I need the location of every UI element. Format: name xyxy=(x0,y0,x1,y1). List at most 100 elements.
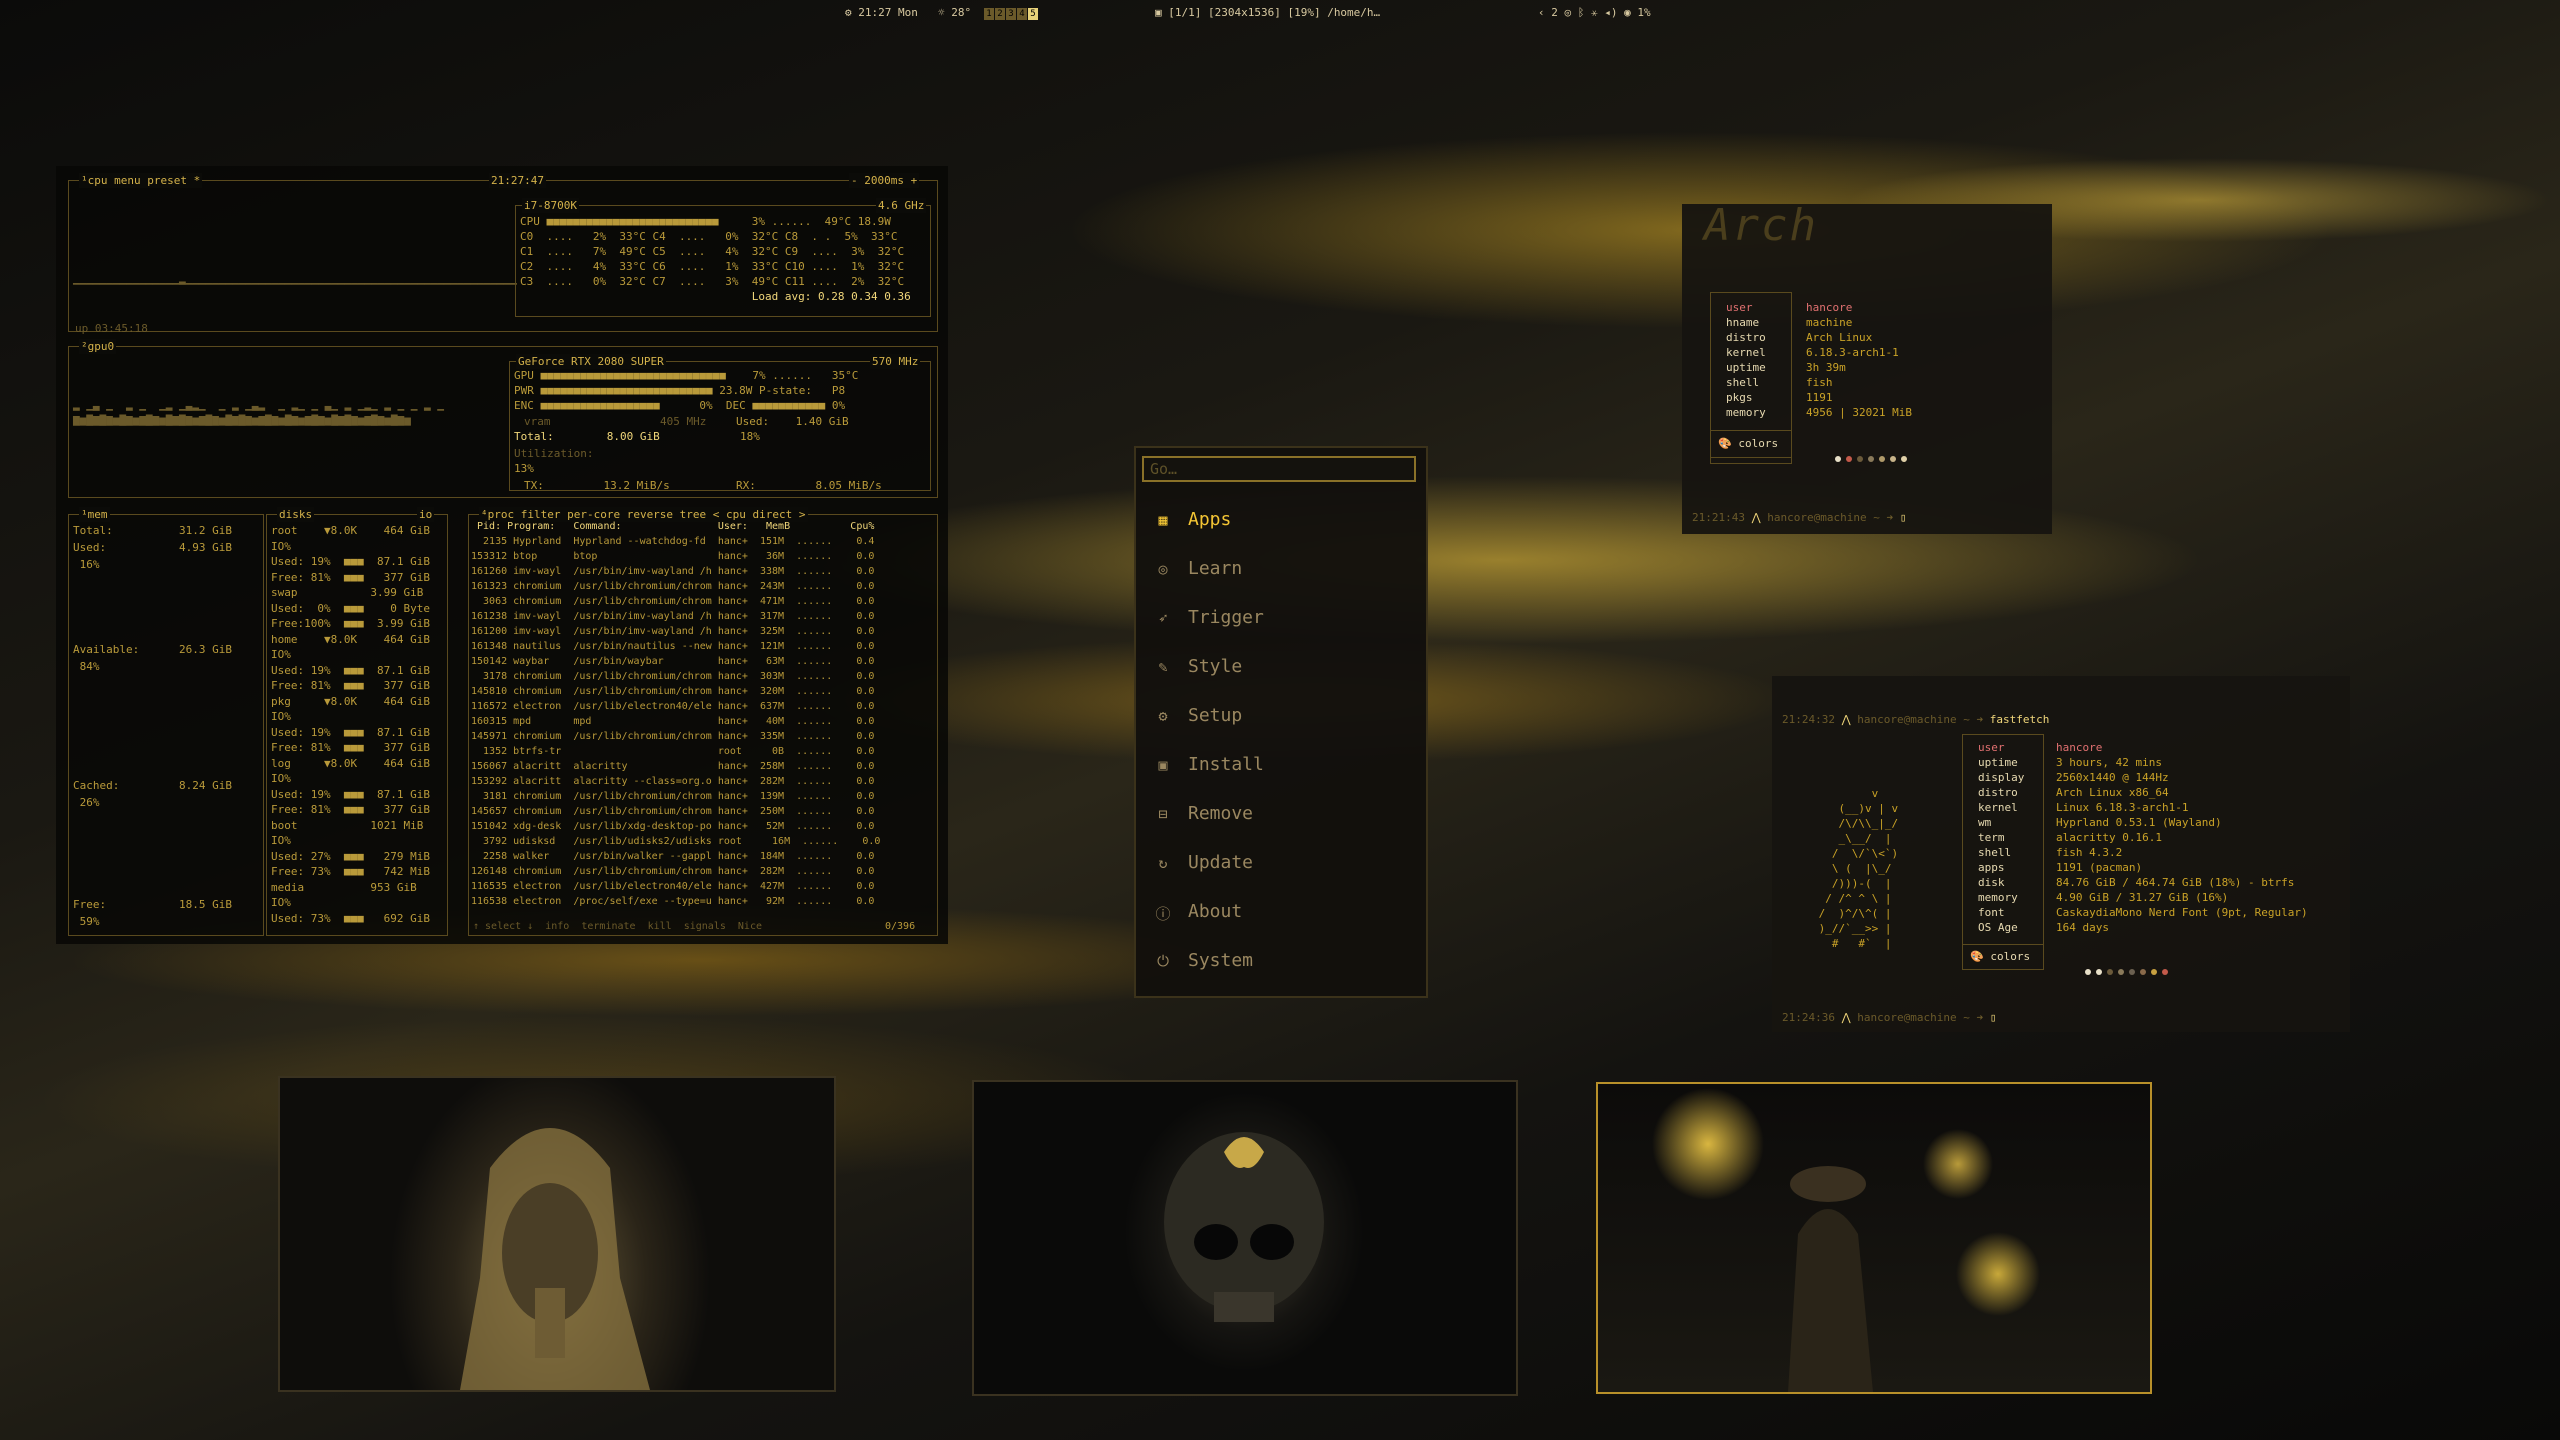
workspace-2[interactable]: 2 xyxy=(995,8,1005,20)
workspace-1[interactable]: 1 xyxy=(984,8,994,20)
launcher-item-about[interactable]: ⓘ About xyxy=(1136,892,1426,932)
disk-line: log ▼8.0K 464 GiB xyxy=(271,756,430,770)
fetch-value-disk: 84.76 GiB / 464.74 GiB (18%) - btrfs xyxy=(2056,876,2295,889)
clock-widget[interactable]: ⚙ 21:27 Mon xyxy=(845,6,918,19)
vram-label: vram xyxy=(524,415,551,428)
update-interval[interactable]: - 2000ms + xyxy=(849,173,920,188)
mem-box-title[interactable]: ¹mem xyxy=(79,507,110,522)
fetch-value-hname: machine xyxy=(1806,316,1853,329)
cpu-core-line: C2 .... 4% 33°C C6 .... 1% 33°C C10 ....… xyxy=(520,260,905,273)
cpu-box: ¹cpu menu preset * 21:27:47 - 2000ms + ▁… xyxy=(68,173,938,335)
launcher-item-install[interactable]: ▣ Install xyxy=(1136,745,1426,785)
proc-row[interactable]: 161323 chromium /usr/lib/chromium/chrom … xyxy=(471,579,874,594)
disk-line: Free: 81% ■■■ 377 GiB xyxy=(271,741,430,754)
proc-row[interactable]: 3063 chromium /usr/lib/chromium/chrom ha… xyxy=(471,594,874,609)
proc-row[interactable]: 3792 udisksd /usr/lib/udisks2/udisks roo… xyxy=(471,834,880,849)
launcher-item-label: Update xyxy=(1188,852,1254,873)
fastfetch-terminal-2[interactable]: 21:24:32 ⋀ hancore@machine ~ ➜ fastfetch… xyxy=(1772,676,2350,1032)
fastfetch-terminal-1[interactable]: Arch user hancore hname machine distro Arch L… xyxy=(1682,204,2052,534)
proc-row[interactable]: 116538 electron /proc/self/exe --type=u … xyxy=(471,894,874,909)
proc-row[interactable]: 160315 mpd mpd hanc+ 40M ...... 0.0 xyxy=(471,714,874,729)
mem-line: Total: 31.2 GiB xyxy=(73,524,232,537)
workspace-5[interactable]: 5 xyxy=(1028,8,1038,20)
launcher-item-apps[interactable]: ▦ Apps xyxy=(1136,500,1426,540)
proc-row[interactable]: 150142 waybar /usr/bin/waybar hanc+ 63M … xyxy=(471,654,874,669)
launcher-item-trigger[interactable]: ➶ Trigger xyxy=(1136,598,1426,638)
proc-row[interactable]: 151042 xdg-desk /usr/lib/xdg-desktop-po … xyxy=(471,819,874,834)
proc-row[interactable]: 161260 imv-wayl /usr/bin/imv-wayland /h … xyxy=(471,564,874,579)
gpu-box-title[interactable]: ²gpu0 xyxy=(79,339,117,354)
eye-off-icon[interactable]: ◎ xyxy=(1565,6,1572,19)
ascii-art-line: # #` | xyxy=(1812,937,1892,950)
mem-line: Free: 18.5 GiB xyxy=(73,898,232,911)
disks-box-title[interactable]: disks xyxy=(277,507,315,522)
fetch-value-memory: 4956 | 32021 MiB xyxy=(1806,406,1912,419)
launcher-item-label: Install xyxy=(1188,754,1264,775)
chevron-left-icon[interactable]: ‹ xyxy=(1538,6,1545,19)
fetch1-color-dots xyxy=(1808,436,1912,481)
workspace-4[interactable]: 4 xyxy=(1017,8,1027,20)
proc-row[interactable]: 153292 alacritt alacritty --class=org.o … xyxy=(471,774,874,789)
proc-row[interactable]: 2258 walker /usr/bin/walker --gappl hanc… xyxy=(471,849,874,864)
disk-line: Free: 73% ■■■ 742 MiB xyxy=(271,865,430,878)
workspace-3[interactable]: 3 xyxy=(1006,8,1016,20)
launcher-item-learn[interactable]: ◎ Learn xyxy=(1136,549,1426,589)
battery-icon[interactable]: ◉ xyxy=(1624,6,1631,19)
rocket-icon: ➶ xyxy=(1158,609,1168,627)
proc-row[interactable]: 161200 imv-wayl /usr/bin/imv-wayland /h … xyxy=(471,624,874,639)
proc-row[interactable]: 126148 chromium /usr/lib/chromium/chrom … xyxy=(471,864,874,879)
proc-row[interactable]: 156067 alacritt alacritty hanc+ 258M ...… xyxy=(471,759,874,774)
ascii-art-line: /)))-( | xyxy=(1812,877,1892,890)
gpu-power-line: PWR ■■■■■■■■■■■■■■■■■■■■■■■■■■ 23.8W P-s… xyxy=(514,384,846,397)
proc-row[interactable]: 145657 chromium /usr/lib/chromium/chrom … xyxy=(471,804,874,819)
utilization-label: Utilization: xyxy=(514,447,594,460)
network-icon[interactable]: ⚹ xyxy=(1591,6,1598,19)
wallpaper-thumbnail-skull[interactable] xyxy=(972,1080,1518,1396)
disks-box: disks io root ▼8.0K 464 GiB IO% Used: 19% … xyxy=(266,507,448,936)
proc-row[interactable]: 161348 nautilus /usr/bin/nautilus --new … xyxy=(471,639,874,654)
proc-row[interactable]: 2135 Hyprland Hyprland --watchdog-fd han… xyxy=(471,534,874,549)
launcher-item-update[interactable]: ↻ Update xyxy=(1136,843,1426,883)
proc-row[interactable]: 145810 chromium /usr/lib/chromium/chrom … xyxy=(471,684,874,699)
proc-row[interactable]: 153312 btop btop hanc+ 36M ...... 0.0 xyxy=(471,549,874,564)
tray: ‹ 2 ◎ ᛒ ⚹ ◂) ◉ 1% xyxy=(1538,6,1651,19)
ascii-art-line: / \/`\<`) xyxy=(1812,847,1899,860)
proc-row[interactable]: 1352 btrfs-tr root 0B ...... 0.0 xyxy=(471,744,874,759)
launcher-item-remove[interactable]: ⊟ Remove xyxy=(1136,794,1426,834)
proc-row[interactable]: 116535 electron /usr/lib/electron40/ele … xyxy=(471,879,874,894)
gpu-freq: 570 MHz xyxy=(870,354,921,369)
wallpaper-thumbnail-pharaoh[interactable] xyxy=(278,1076,836,1392)
proc-column-headers[interactable]: Pid: Program: Command: User: MemB Cpu% xyxy=(471,519,874,534)
volume-icon[interactable]: ◂) xyxy=(1604,6,1617,19)
launcher-item-setup[interactable]: ⚙ Setup xyxy=(1136,696,1426,736)
disk-line: Used: 19% ■■■ 87.1 GiB xyxy=(271,787,430,801)
proc-row[interactable]: 116572 electron /usr/lib/electron40/ele … xyxy=(471,699,874,714)
refresh-icon: ↻ xyxy=(1158,854,1168,872)
btop-window[interactable]: ¹cpu menu preset * 21:27:47 - 2000ms + ▁… xyxy=(56,166,948,944)
ascii-art-line: \ ( |\_/ xyxy=(1812,862,1892,875)
proc-row[interactable]: 3178 chromium /usr/lib/chromium/chrom ha… xyxy=(471,669,874,684)
color-dot xyxy=(1845,456,1852,462)
vram-freq: 405 MHz xyxy=(660,415,707,428)
proc-footer[interactable]: ↑ select ↓ info terminate kill signals N… xyxy=(473,919,762,934)
launcher-search-input[interactable] xyxy=(1142,456,1416,482)
vram-used: Used: 1.40 GiB xyxy=(736,415,849,428)
launcher-item-style[interactable]: ✎ Style xyxy=(1136,647,1426,687)
wallpaper-thumbnail-samurai[interactable] xyxy=(1596,1082,2152,1394)
fetch-value-shell: fish xyxy=(1806,376,1833,389)
cpu-box-title[interactable]: ¹cpu menu preset * xyxy=(79,173,203,188)
mem-line: Cached: 8.24 GiB xyxy=(73,779,232,792)
weather-widget[interactable]: ☼ 28° xyxy=(938,6,971,19)
cpu-cores-box: i7-8700K 4.6 GHz CPU ■■■■■■■■■■■■■■■■■■■… xyxy=(515,198,931,317)
proc-row[interactable]: 3181 chromium /usr/lib/chromium/chrom ha… xyxy=(471,789,874,804)
proc-row[interactable]: 161238 imv-wayl /usr/bin/imv-wayland /h … xyxy=(471,609,874,624)
color-dot xyxy=(1834,456,1841,462)
mem-box: ¹mem Total: 31.2 GiB Used: 4.93 GiB 16% Av… xyxy=(68,507,264,936)
fetch-key-wm: wm xyxy=(1978,816,1992,829)
bluetooth-icon[interactable]: ᛒ xyxy=(1578,6,1585,19)
fetch-key-term: term xyxy=(1978,831,2005,844)
launcher-item-system[interactable]: ⏻ System xyxy=(1136,941,1426,981)
fetch2-prompt: 21:24:32 ⋀ hancore@machine ~ ➜ fastfetch xyxy=(1782,713,2050,726)
proc-row[interactable]: 145971 chromium /usr/lib/chromium/chrom … xyxy=(471,729,874,744)
io-toggle[interactable]: io xyxy=(417,507,435,522)
